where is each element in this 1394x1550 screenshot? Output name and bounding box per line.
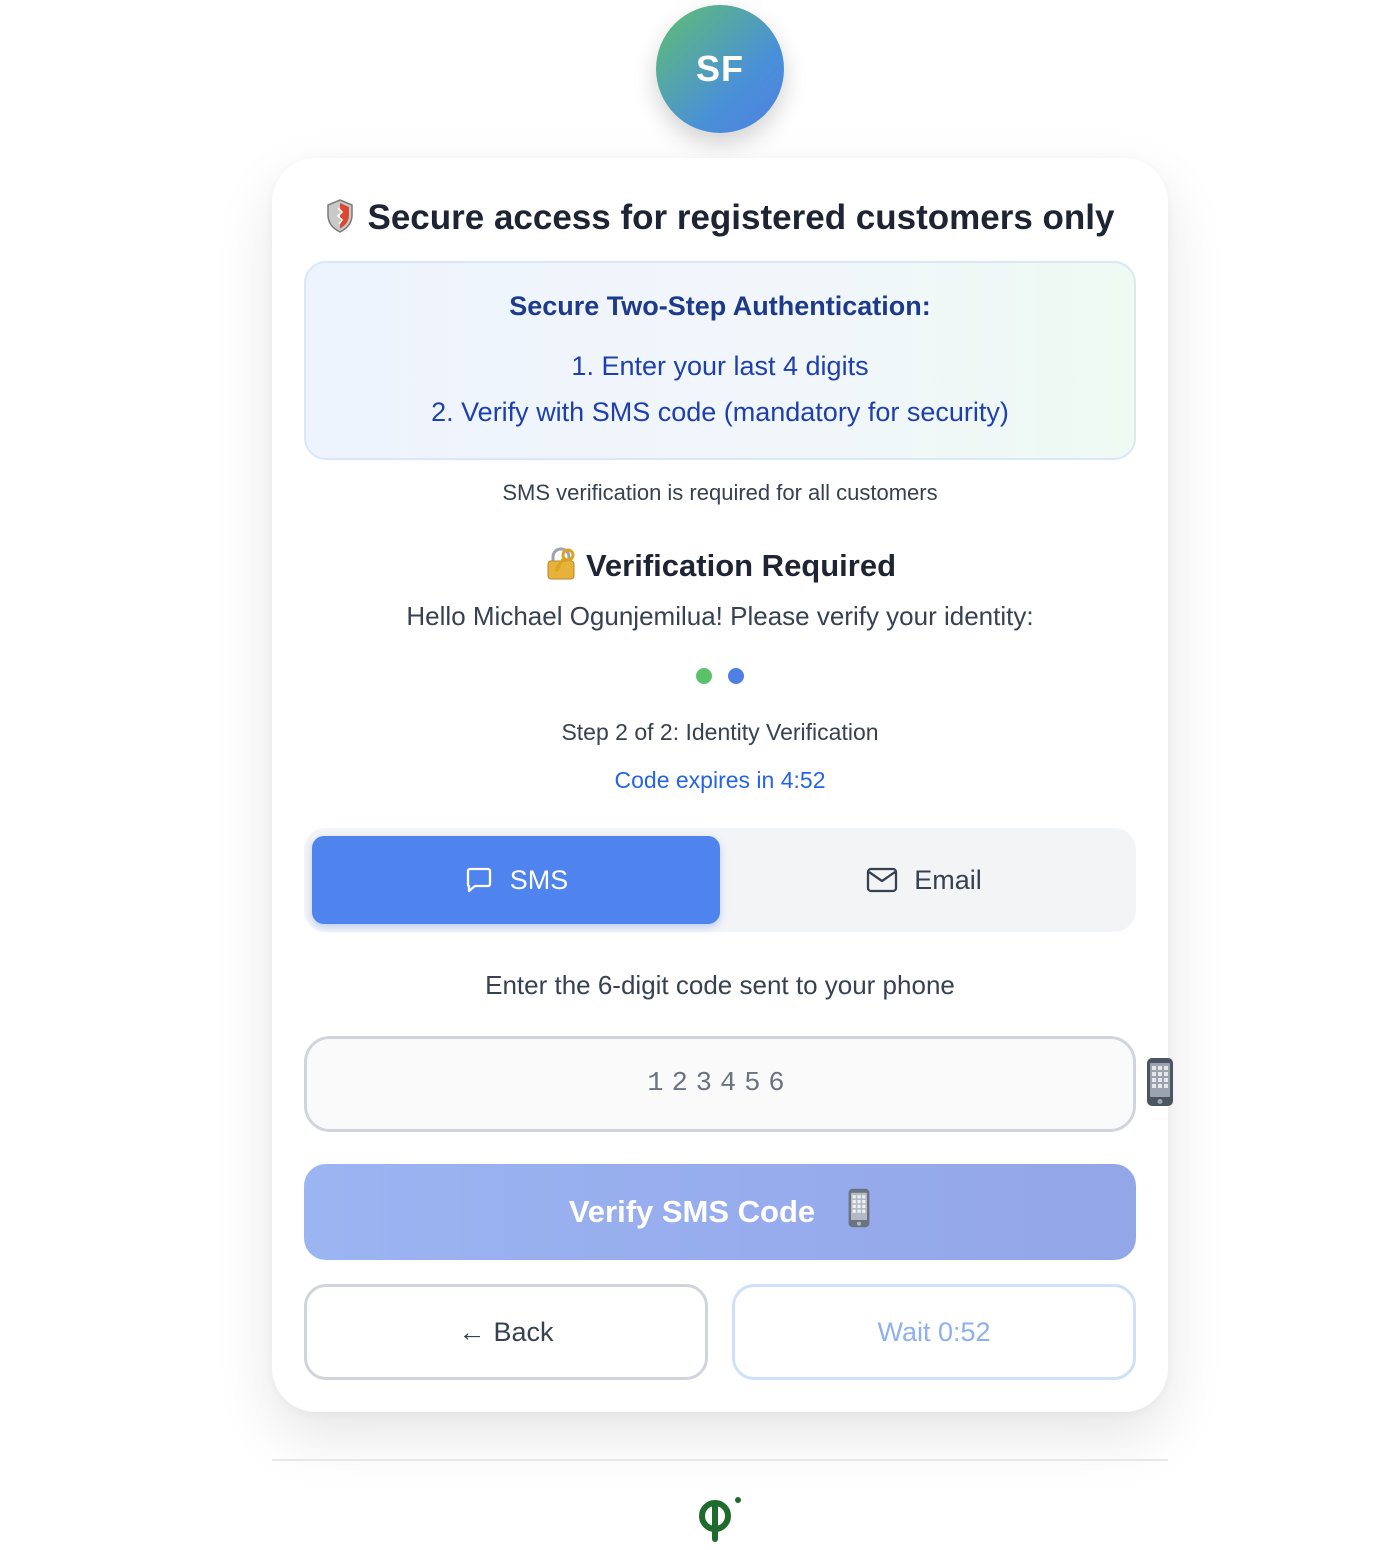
tab-email-label: Email	[914, 864, 982, 895]
back-button-label: Back	[493, 1316, 554, 1347]
auth-info-title: Secure Two-Step Authentication:	[509, 291, 931, 321]
sms-required-note: SMS verification is required for all cus…	[502, 480, 938, 505]
avatar: SF	[656, 5, 784, 133]
verification-card: Secure access for registered customers o…	[272, 158, 1173, 1412]
tab-sms-label: SMS	[509, 864, 569, 895]
card-header: Secure access for registered customers o…	[272, 196, 1168, 240]
avatar-initials: SF	[695, 48, 744, 89]
code-expiry-timer: Code expires in 4:52	[614, 767, 826, 793]
shield-icon	[325, 198, 355, 239]
brand-logo-icon	[696, 1492, 746, 1542]
mail-icon	[866, 867, 898, 893]
tab-sms[interactable]: SMS	[312, 836, 720, 924]
tab-email[interactable]: Email	[720, 836, 1128, 924]
step-text: Step 2 of 2: Identity Verification	[561, 719, 879, 745]
verification-title: Verification Required	[585, 548, 897, 583]
step-dot-complete	[696, 668, 712, 684]
card-title: Secure access for registered customers o…	[367, 198, 1115, 237]
step-dot-current	[728, 668, 744, 684]
greeting-text: Hello Michael Ogunjemilua! Please verify…	[406, 601, 1034, 631]
resend-wait-button[interactable]: Wait 0:52	[732, 1284, 1136, 1380]
arrow-left-icon: ←	[458, 1316, 486, 1347]
mobile-phone-icon	[1145, 1057, 1175, 1107]
back-button[interactable]: ← Back	[304, 1284, 708, 1380]
auth-info-step: 2. Verify with SMS code (mandatory for s…	[431, 397, 1009, 427]
verify-button-label: Verify SMS Code	[568, 1194, 816, 1229]
auth-info-box: Secure Two-Step Authentication: 1. Enter…	[304, 261, 1136, 460]
method-tabs: SMS Email	[304, 828, 1136, 932]
sms-code-input[interactable]	[307, 1039, 1133, 1129]
code-input-wrapper	[304, 1036, 1173, 1132]
verification-heading: Verification Required	[272, 544, 1168, 588]
step-indicator	[696, 668, 744, 684]
verify-sms-code-button[interactable]: Verify SMS Code	[304, 1164, 1136, 1260]
mobile-phone-icon	[847, 1188, 871, 1236]
wait-button-label: Wait 0:52	[877, 1316, 991, 1347]
footer-divider	[272, 1459, 1168, 1461]
chat-bubble-icon	[464, 865, 494, 895]
lock-with-key-icon	[544, 546, 578, 586]
enter-code-instruction: Enter the 6-digit code sent to your phon…	[485, 970, 955, 1000]
auth-info-step: 1. Enter your last 4 digits	[571, 351, 869, 381]
